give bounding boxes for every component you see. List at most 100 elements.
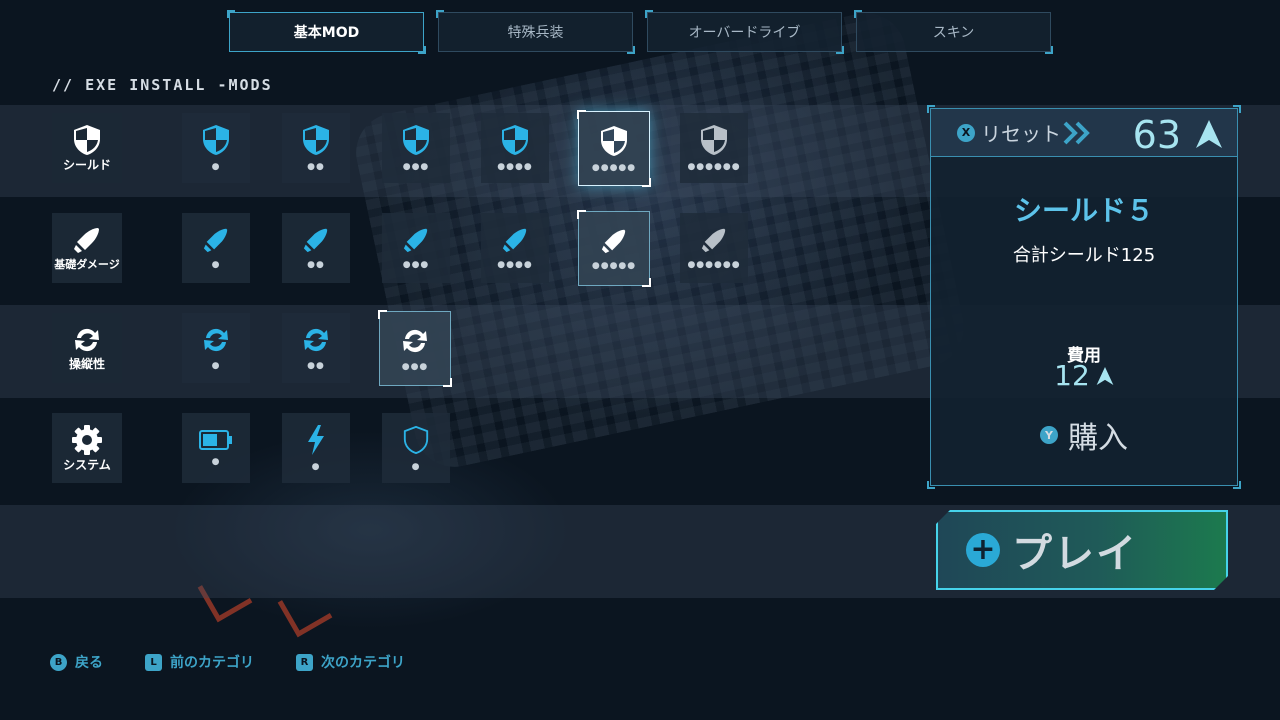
mod-name: シールド５	[1013, 194, 1154, 227]
cost-value-row: 12	[931, 359, 1237, 392]
mod-shield-5-selected[interactable]: ●●●●●	[577, 110, 651, 187]
mod-level-dots: ●●●●	[497, 260, 533, 270]
l-button-icon: L	[145, 653, 162, 671]
buy-label: 購入	[1068, 421, 1128, 456]
category-shield[interactable]: シールド	[52, 113, 122, 183]
cost-value: 12	[1054, 359, 1090, 392]
bullet-icon	[601, 229, 626, 253]
rotate-arrows-icon	[403, 329, 427, 352]
category-shield-label: シールド	[62, 158, 111, 172]
mod-damage-3[interactable]: ●●●	[382, 213, 450, 283]
mod-level-dots: ●	[211, 162, 221, 172]
b-button-icon: B	[50, 653, 67, 671]
y-button-icon: Y	[1040, 426, 1058, 444]
mod-damage-5[interactable]: ●●●●●	[577, 210, 651, 287]
play-label: プレイ	[1012, 531, 1138, 577]
mod-shield-6[interactable]: ●●●●●●	[680, 113, 748, 183]
mod-damage-1[interactable]: ●	[182, 213, 250, 283]
x-button-icon: X	[957, 123, 975, 142]
category-handling[interactable]: 操縦性	[52, 313, 122, 383]
mod-shield-1[interactable]: ●	[182, 113, 250, 183]
mod-system-lightning[interactable]: ●	[282, 413, 350, 483]
buy-button[interactable]: Y 購入	[931, 413, 1237, 457]
lightning-icon	[308, 425, 324, 455]
tab-skin[interactable]: スキン	[854, 10, 1053, 54]
section-title: // EXE INSTALL -MODS	[52, 76, 273, 94]
mod-level-dots: ●●●	[401, 361, 429, 372]
rotate-arrows-icon	[304, 328, 328, 352]
shield-icon	[701, 125, 727, 155]
plus-icon: +	[966, 533, 1000, 567]
mod-level-dots: ●●●●●	[591, 162, 637, 173]
mod-level-dots: ●●●●●●	[687, 260, 741, 270]
hint-next-category[interactable]: R 次のカテゴリ	[296, 652, 405, 672]
mod-shield-2[interactable]: ●●	[282, 113, 350, 183]
category-damage[interactable]: 基礎ダメージ	[52, 213, 122, 283]
tab-basic-mod[interactable]: 基本MOD	[227, 10, 426, 54]
mod-level-dots: ●●	[307, 260, 325, 270]
mod-handling-2[interactable]: ●●	[282, 313, 350, 383]
mod-level-dots: ●	[211, 361, 221, 371]
reset-button[interactable]: リセット	[981, 118, 1061, 147]
mod-level-dots: ●	[211, 260, 221, 270]
shield-icon	[303, 125, 329, 155]
hint-back-label: 戻る	[75, 655, 103, 671]
credit-arrow-icon	[1196, 120, 1222, 148]
mod-level-dots: ●●●	[402, 162, 430, 172]
mod-level-dots: ●	[411, 462, 421, 472]
hint-back[interactable]: B 戻る	[50, 652, 103, 672]
gear-icon	[72, 425, 102, 455]
bullet-icon	[203, 228, 228, 253]
category-damage-label: 基礎ダメージ	[54, 258, 120, 271]
hint-next-label: 次のカテゴリ	[321, 655, 405, 671]
credit-count: 63	[1132, 113, 1181, 157]
bullet-icon	[701, 228, 726, 253]
battery-icon	[199, 430, 232, 450]
category-tabs: 基本MOD 特殊兵装 オーバードライブ スキン	[227, 10, 1053, 54]
shield-icon	[403, 125, 429, 155]
hint-prev-label: 前のカテゴリ	[170, 655, 254, 671]
mod-system-battery[interactable]: ●	[182, 413, 250, 483]
controller-hints: B 戻る L 前のカテゴリ R 次のカテゴリ	[50, 652, 405, 672]
mod-damage-6[interactable]: ●●●●●●	[680, 213, 748, 283]
category-system[interactable]: システム	[52, 413, 122, 483]
category-system-label: システム	[63, 458, 111, 472]
hint-prev-category[interactable]: L 前のカテゴリ	[145, 652, 254, 672]
bullet-icon	[74, 228, 99, 253]
mod-level-dots: ●●●●●	[591, 260, 637, 271]
rotate-arrows-icon	[75, 328, 99, 352]
mod-shield-4[interactable]: ●●●●	[481, 113, 549, 183]
panel-corner	[927, 481, 935, 489]
credit-arrow-icon	[1096, 366, 1114, 385]
shield-icon	[502, 125, 528, 155]
rotate-arrows-icon	[204, 328, 228, 352]
mod-level-dots: ●	[311, 462, 321, 472]
shield-outline-icon	[403, 425, 429, 455]
mod-system-shield[interactable]: ●	[382, 413, 450, 483]
bullet-icon	[303, 228, 328, 253]
shield-icon	[203, 125, 229, 155]
category-handling-label: 操縦性	[68, 357, 105, 371]
double-chevron-right-icon	[1063, 121, 1090, 144]
bullet-icon	[502, 228, 527, 253]
mod-level-dots: ●●●●●●	[687, 162, 741, 172]
tab-overdrive[interactable]: オーバードライブ	[645, 10, 844, 54]
bullet-icon	[403, 228, 428, 253]
mod-damage-2[interactable]: ●●	[282, 213, 350, 283]
play-button[interactable]: + プレイ	[936, 510, 1228, 590]
mod-description: 合計シールド125	[1012, 245, 1156, 266]
panel-corner	[1233, 481, 1241, 489]
mod-shield-3[interactable]: ●●●	[382, 113, 450, 183]
shield-icon	[74, 125, 100, 155]
mod-damage-4[interactable]: ●●●●	[481, 213, 549, 283]
shield-icon	[601, 125, 627, 156]
mod-level-dots: ●●●	[402, 260, 430, 270]
mod-handling-3[interactable]: ●●●	[378, 310, 452, 387]
panel-header: X リセット 63	[931, 109, 1237, 157]
tab-special-weapons[interactable]: 特殊兵装	[436, 10, 635, 54]
mod-detail-panel: X リセット 63 シールド５ 合計シールド125 費用 12 Y 購入	[927, 105, 1241, 489]
r-button-icon: R	[296, 653, 313, 671]
mod-level-dots: ●●	[307, 361, 325, 371]
mod-level-dots: ●	[211, 457, 221, 467]
mod-handling-1[interactable]: ●	[182, 313, 250, 383]
